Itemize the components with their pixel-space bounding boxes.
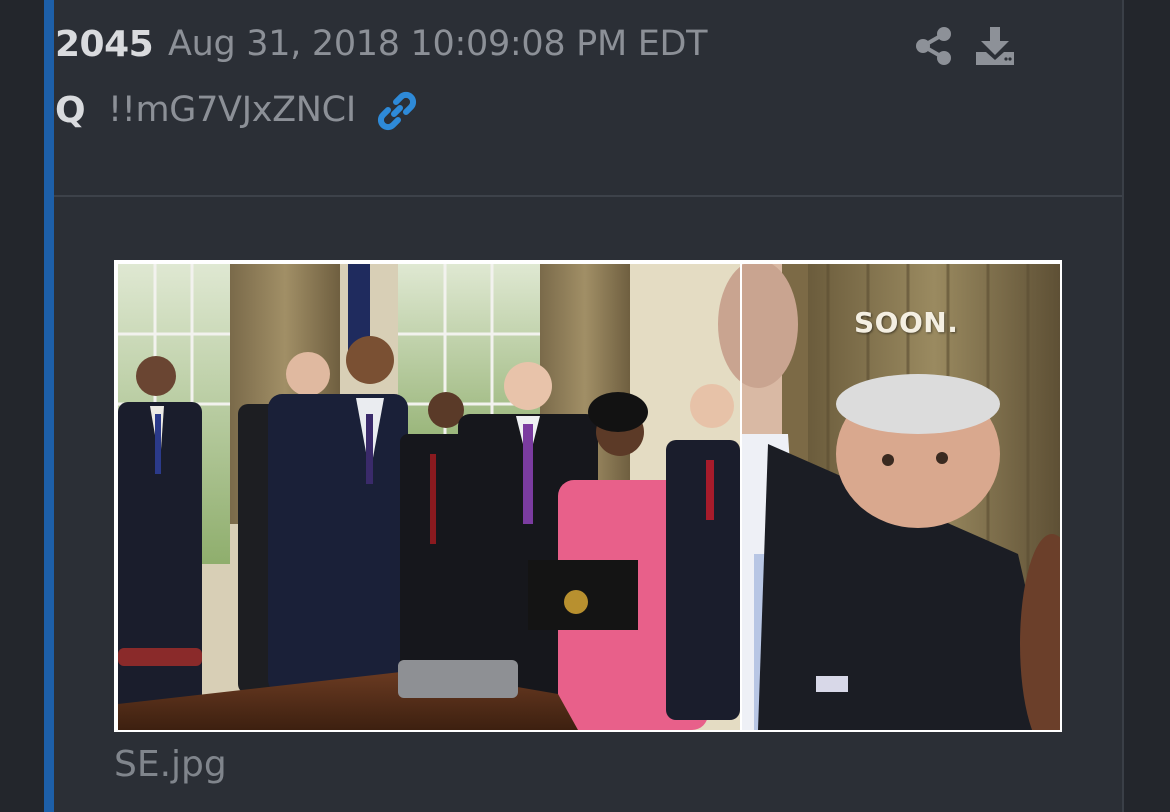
link-icon[interactable] [376, 90, 418, 132]
post-date: Aug 31, 2018 10:09:08 PM EDT [168, 24, 708, 64]
download-icon[interactable] [975, 26, 1015, 66]
post-accent-bar [44, 0, 54, 812]
overlay-caption: SOON. [854, 306, 959, 339]
attachment-filename[interactable]: SE.jpg [114, 744, 227, 785]
share-icon[interactable] [915, 26, 953, 66]
post-tripcode: !!mG7VJxZNCI [108, 90, 356, 130]
post-author: Q [55, 90, 86, 131]
post-number[interactable]: 2045 [55, 24, 154, 65]
attached-image[interactable]: SOON. [114, 260, 1062, 732]
